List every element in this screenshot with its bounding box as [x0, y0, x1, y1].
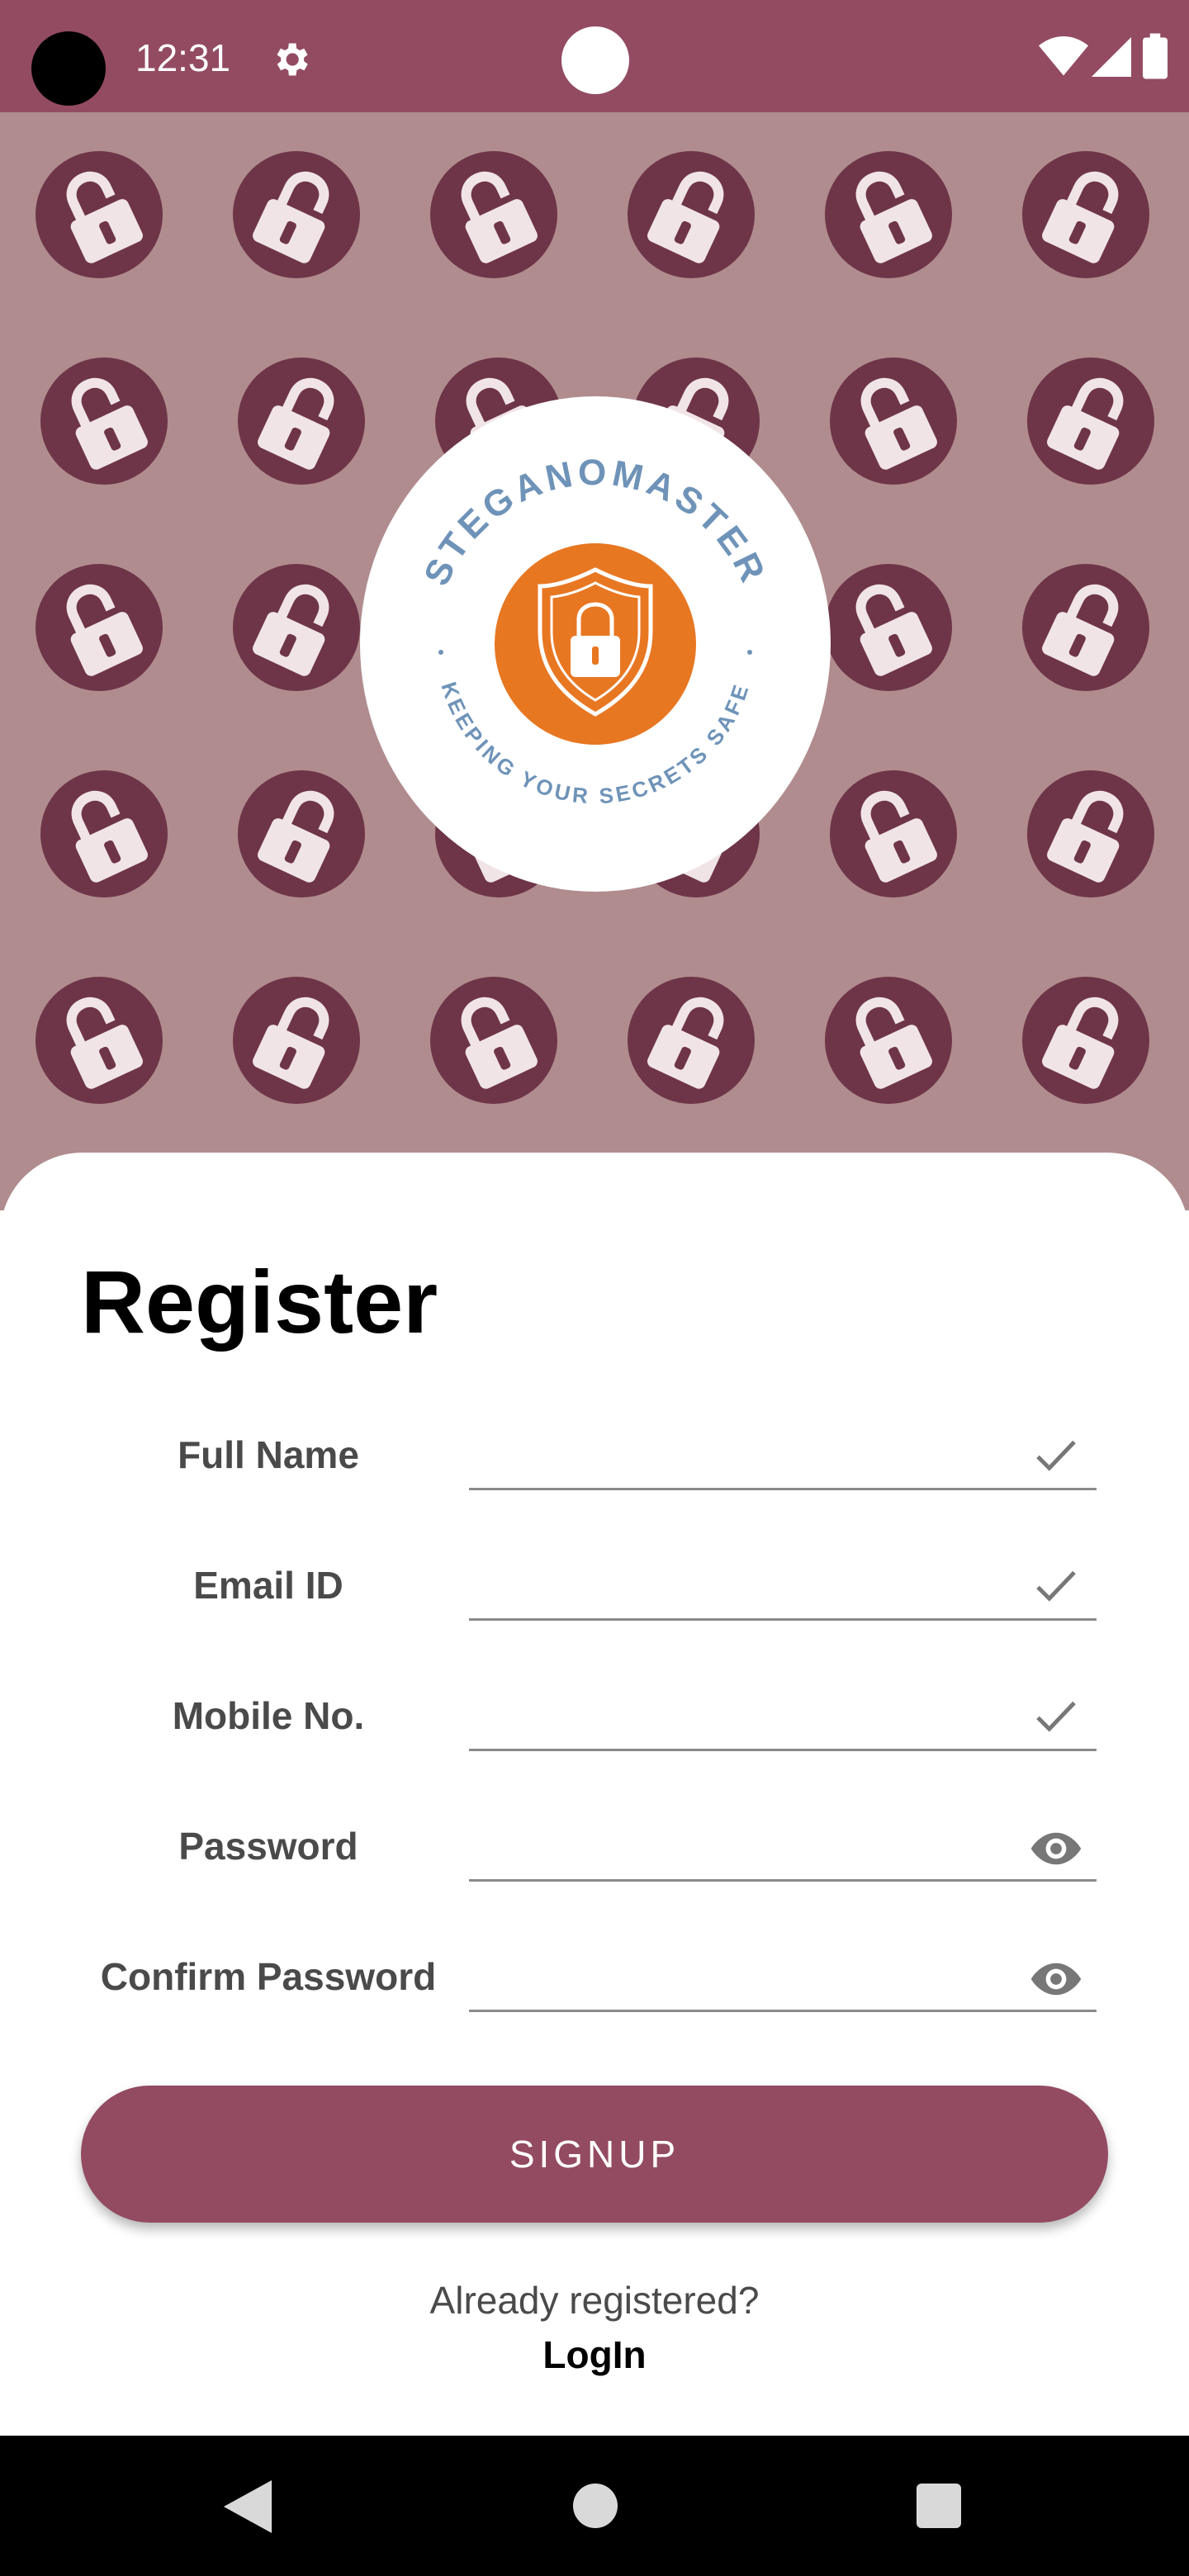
- padlock-badge-icon: [825, 151, 952, 278]
- full-name-row: Full Name: [0, 1410, 1189, 1509]
- confirm-password-input[interactable]: [469, 1944, 1097, 2012]
- navigation-bar: [0, 2436, 1189, 2576]
- padlock-badge-icon: [628, 151, 755, 278]
- eye-icon[interactable]: [1029, 1952, 1083, 2006]
- padlock-badge-icon: [825, 977, 952, 1104]
- back-icon[interactable]: [223, 2480, 272, 2533]
- confirm-password-row: Confirm Password: [0, 1932, 1189, 2031]
- padlock-badge-icon: [233, 977, 360, 1104]
- mobile-row: Mobile No.: [0, 1671, 1189, 1770]
- padlock-badge-icon: [825, 564, 952, 691]
- padlock-badge-icon: [1027, 770, 1154, 897]
- padlock-badge-icon: [36, 564, 163, 691]
- padlock-badge-icon: [628, 977, 755, 1104]
- email-row: Email ID: [0, 1541, 1189, 1640]
- camera-cutout: [31, 31, 106, 106]
- eye-icon[interactable]: [1029, 1821, 1083, 1876]
- status-bar: 12:31: [0, 0, 1189, 112]
- padlock-badge-icon: [430, 151, 557, 278]
- padlock-badge-icon: [830, 770, 957, 897]
- email-input[interactable]: [469, 1552, 1097, 1621]
- full-name-label: Full Name: [178, 1433, 359, 1476]
- recents-icon[interactable]: [917, 2484, 961, 2528]
- padlock-badge-icon: [238, 770, 365, 897]
- padlock-badge-icon: [40, 770, 168, 897]
- check-icon: [1036, 1701, 1076, 1732]
- hero-banner: STEGANOMASTER KEEPING YOUR SECRETS SAFE: [0, 112, 1189, 1210]
- signal-icon: [1092, 37, 1131, 77]
- gear-icon: [277, 43, 308, 76]
- app-logo: STEGANOMASTER KEEPING YOUR SECRETS SAFE: [360, 396, 831, 892]
- battery-icon: [1143, 33, 1168, 79]
- check-icon: [1036, 1440, 1076, 1471]
- already-registered-text: Already registered?: [429, 2279, 760, 2322]
- padlock-badge-icon: [1027, 358, 1154, 485]
- mobile-input[interactable]: [469, 1683, 1097, 1751]
- padlock-badge-icon: [40, 358, 168, 485]
- padlock-badge-icon: [36, 977, 163, 1104]
- padlock-badge-icon: [238, 358, 365, 485]
- mobile-label: Mobile No.: [172, 1694, 365, 1737]
- status-time: 12:31: [135, 36, 231, 79]
- padlock-badge-icon: [233, 151, 360, 278]
- padlock-badge-icon: [1022, 977, 1149, 1104]
- home-icon[interactable]: [573, 2484, 618, 2528]
- signup-button[interactable]: SIGNUP: [81, 2086, 1108, 2223]
- password-row: Password: [0, 1802, 1189, 1901]
- password-label: Password: [178, 1825, 358, 1868]
- page-title: Register: [81, 1252, 438, 1352]
- padlock-badge-icon: [1022, 564, 1149, 691]
- full-name-input[interactable]: [469, 1422, 1097, 1490]
- confirm-password-label: Confirm Password: [100, 1955, 437, 1998]
- padlock-badge-icon: [830, 358, 957, 485]
- padlock-badge-icon: [36, 151, 163, 278]
- padlock-badge-icon: [1022, 151, 1149, 278]
- notification-dot: [561, 26, 629, 94]
- email-label: Email ID: [193, 1564, 343, 1607]
- login-link[interactable]: LogIn: [0, 2330, 1189, 2379]
- check-icon: [1036, 1570, 1076, 1602]
- padlock-badge-icon: [233, 564, 360, 691]
- wifi-icon: [1039, 36, 1088, 76]
- padlock-badge-icon: [430, 977, 557, 1104]
- password-input[interactable]: [469, 1813, 1097, 1882]
